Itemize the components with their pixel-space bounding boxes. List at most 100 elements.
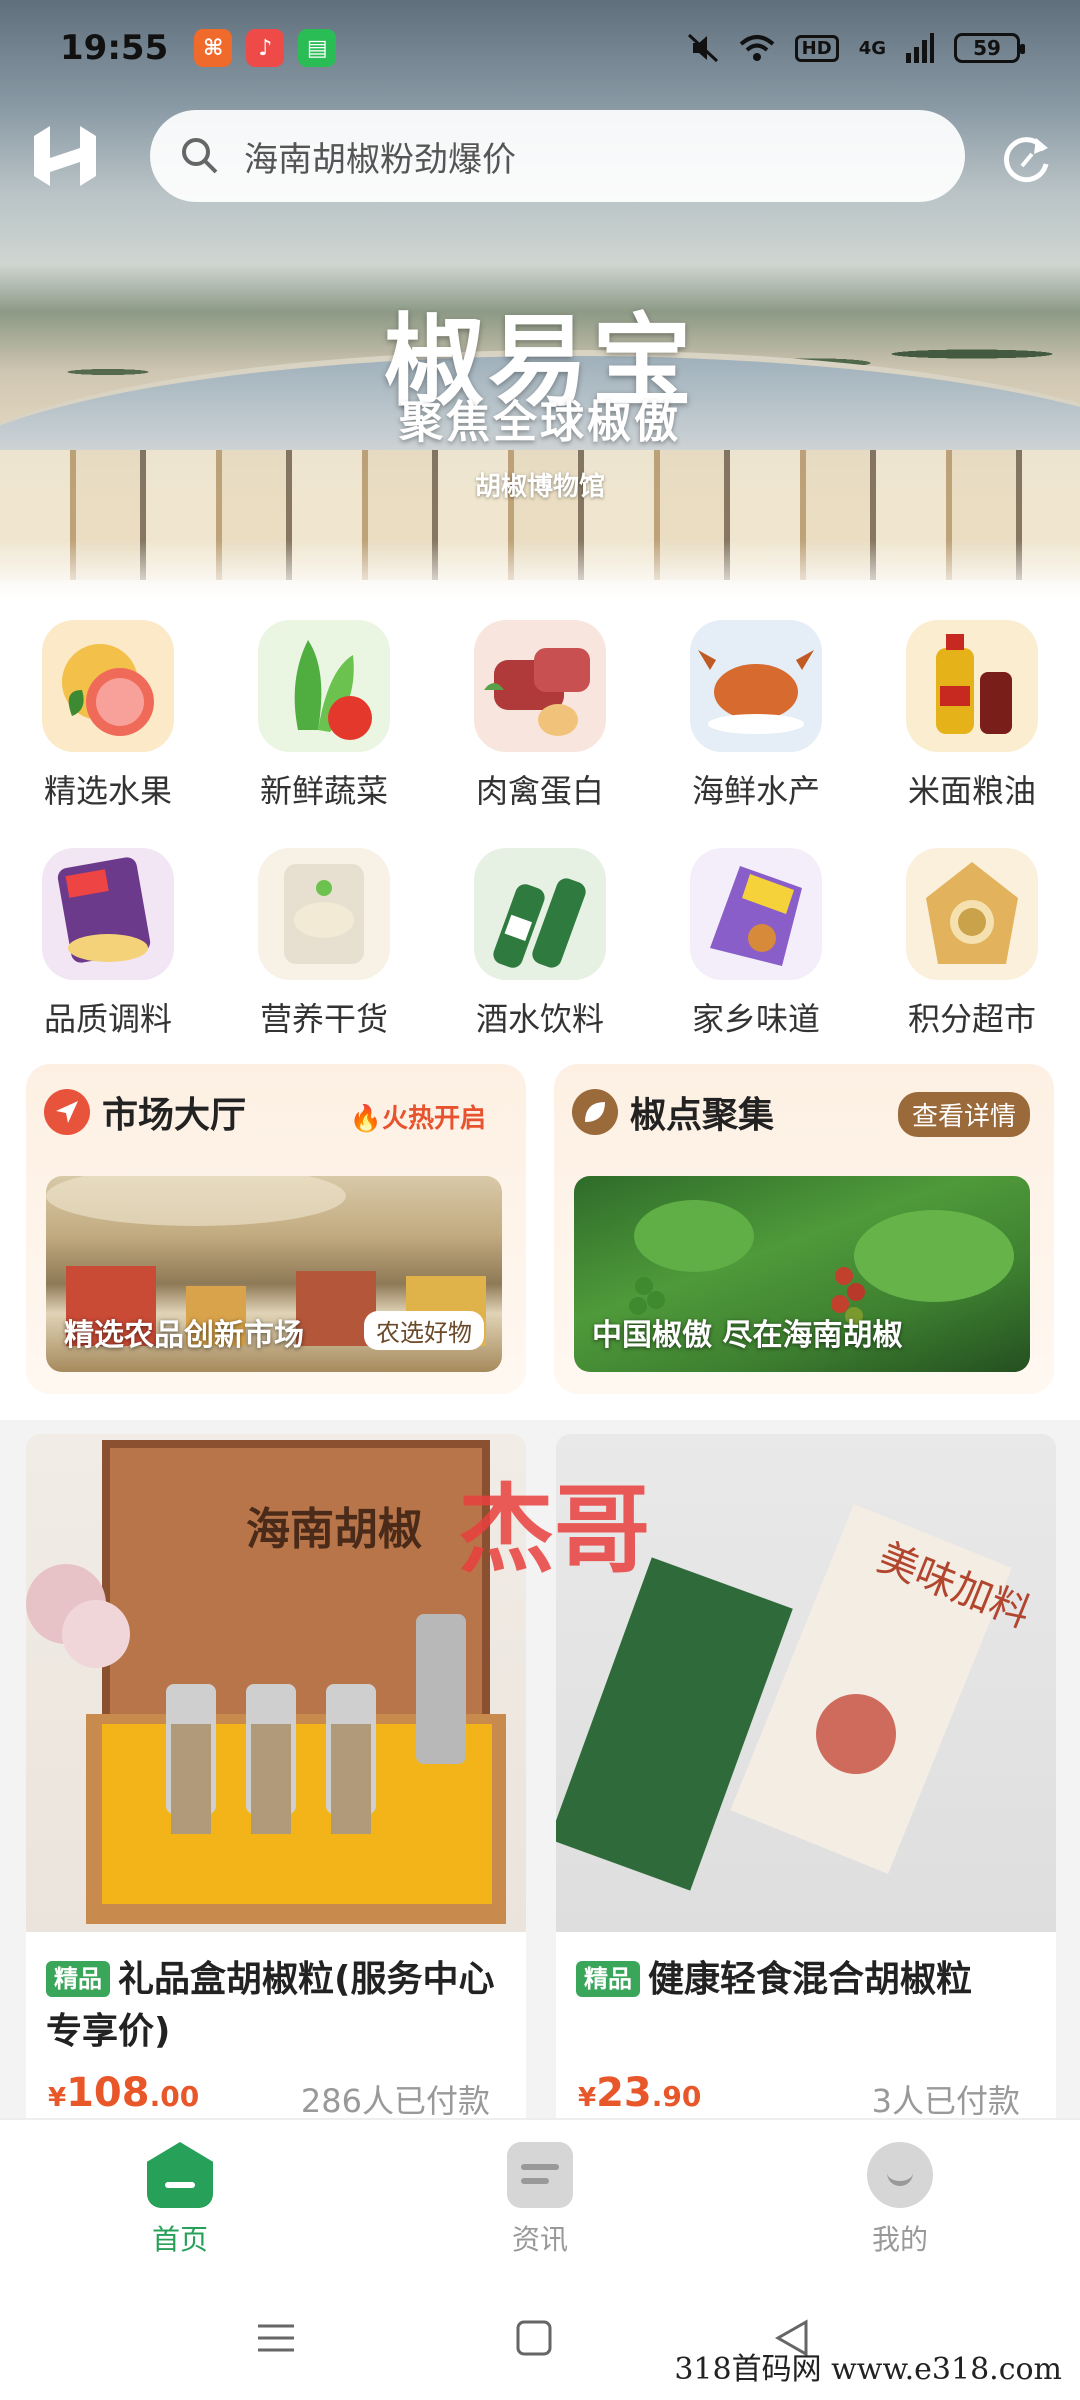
brand-subtitle: 聚焦全球椒傲	[399, 397, 681, 448]
price-decimal: .00	[149, 2080, 200, 2113]
product-price: ¥23.90	[578, 2070, 701, 2116]
hot-tag-label: 火热开启	[381, 1104, 486, 1134]
category-meat[interactable]: 肉禽蛋白	[440, 620, 640, 812]
product-title-text: 健康轻食混合胡椒粒	[648, 1959, 973, 2000]
app-notification-icon: ⌘	[194, 29, 233, 67]
refresh-icon[interactable]	[998, 130, 1054, 186]
seasoning-icon	[42, 848, 174, 980]
market-hall-caption: 精选农品创新市场	[64, 1318, 304, 1353]
seafood-icon	[690, 620, 822, 752]
category-dried-goods[interactable]: 营养干货	[224, 848, 424, 1040]
fruit-icon	[42, 620, 174, 752]
category-label: 海鲜水产	[691, 772, 820, 810]
news-icon	[507, 2142, 573, 2208]
category-hometown-food[interactable]: 家乡味道	[656, 848, 856, 1040]
tab-label: 资讯	[511, 2223, 568, 2256]
home-icon	[147, 2142, 213, 2208]
svg-text:海南胡椒: 海南胡椒	[246, 1504, 422, 1555]
feature-section: 市场大厅 🔥火热开启 精选农品创新市场 农选好物 椒点聚集 查看详情 中国椒傲 …	[0, 1040, 1080, 1420]
mute-icon	[687, 33, 718, 63]
category-label: 米面粮油	[907, 772, 1036, 810]
tab-home[interactable]: 首页	[100, 2142, 260, 2258]
price-currency: ¥	[48, 2083, 67, 2113]
premium-badge: 精品	[576, 1961, 640, 1997]
category-seafood[interactable]: 海鲜水产	[656, 620, 856, 812]
tab-label: 首页	[151, 2223, 208, 2256]
price-integer: 23	[596, 2070, 652, 2116]
pepper-gathering-card[interactable]: 椒点聚集 查看详情 中国椒傲 尽在海南胡椒	[554, 1064, 1054, 1394]
home-button-icon[interactable]	[514, 2318, 554, 2358]
profile-icon	[867, 2142, 933, 2208]
tab-news[interactable]: 资讯	[460, 2142, 620, 2258]
meat-icon	[474, 620, 606, 752]
status-right: HD 4G 59	[687, 33, 1025, 63]
music-notification-icon: ♪	[246, 29, 285, 67]
system-navigation-bar: 318首码网 www.e318.com	[0, 2280, 1080, 2400]
navigation-icon	[44, 1089, 90, 1135]
premium-badge: 精品	[46, 1961, 110, 1997]
tab-label: 我的	[871, 2223, 928, 2256]
category-label: 新鲜蔬菜	[259, 772, 388, 810]
pepper-caption: 中国椒傲 尽在海南胡椒	[592, 1318, 903, 1353]
hd-icon: HD	[794, 34, 839, 62]
product-title-text: 礼品盒胡椒粒(服务中心专享价)	[46, 1959, 495, 2052]
category-label: 酒水饮料	[475, 1000, 604, 1038]
product-price: ¥108.00	[48, 2070, 199, 2116]
market-hall-button[interactable]: 农选好物	[364, 1311, 484, 1350]
market-hall-photo: 精选农品创新市场 农选好物	[46, 1176, 502, 1372]
vegetable-icon	[258, 620, 390, 752]
search-placeholder: 海南胡椒粉劲爆价	[244, 139, 516, 180]
status-time: 19:55	[60, 28, 169, 68]
view-details-button[interactable]: 查看详情	[897, 1092, 1030, 1137]
hero-fade	[0, 540, 1080, 600]
product-title: 精品 健康轻食混合胡椒粒	[576, 1954, 1046, 2006]
fire-icon: 🔥	[349, 1104, 382, 1134]
app-logo-icon[interactable]	[30, 118, 100, 194]
search-icon	[182, 138, 218, 174]
grain-oil-icon	[906, 620, 1038, 752]
price-integer: 108	[66, 2070, 150, 2116]
site-watermark: 318首码网 www.e318.com	[674, 2352, 1062, 2387]
pepper-plant-photo: 中国椒傲 尽在海南胡椒	[574, 1176, 1030, 1372]
category-drinks[interactable]: 酒水饮料	[440, 848, 640, 1040]
category-grain-oil[interactable]: 米面粮油	[872, 620, 1072, 812]
watermark-text: 杰哥	[458, 1474, 650, 1586]
product-card[interactable]: 海南胡椒 精品 礼品盒胡椒粒(服务中心专享价) ¥108.00 286人已付款	[26, 1434, 526, 2134]
message-notification-icon: ▤	[298, 29, 337, 67]
price-decimal: .90	[651, 2080, 702, 2113]
price-currency: ¥	[578, 2083, 597, 2113]
category-fruit[interactable]: 精选水果	[8, 620, 208, 812]
category-points-market[interactable]: 积分超市	[872, 848, 1072, 1040]
category-label: 家乡味道	[691, 1000, 820, 1038]
category-label: 积分超市	[907, 1000, 1036, 1038]
category-label: 营养干货	[259, 1000, 388, 1038]
sold-count: 286人已付款	[300, 2082, 490, 2120]
category-grid: 精选水果 新鲜蔬菜 肉禽蛋白 海鲜水产 米面粮油 品质调料 营养干货 酒水饮料 …	[0, 600, 1080, 1040]
hot-tag: 🔥火热开启	[350, 1098, 486, 1135]
search-bar[interactable]: 海南胡椒粉劲爆价	[150, 110, 965, 202]
battery-indicator: 59	[954, 33, 1025, 63]
category-label: 品质调料	[43, 1000, 172, 1038]
museum-sign: 胡椒博物馆	[474, 472, 605, 502]
wifi-icon	[739, 35, 774, 61]
points-market-icon	[906, 848, 1038, 980]
leaf-icon	[572, 1089, 618, 1135]
hometown-food-icon	[690, 848, 822, 980]
sold-count: 3人已付款	[871, 2082, 1020, 2120]
category-seasoning[interactable]: 品质调料	[8, 848, 208, 1040]
market-hall-title: 市场大厅	[102, 1095, 247, 1136]
product-title: 精品 礼品盒胡椒粒(服务中心专享价)	[46, 1954, 516, 2058]
product-image: 海南胡椒	[26, 1434, 526, 1932]
category-label: 精选水果	[43, 772, 172, 810]
market-hall-card[interactable]: 市场大厅 🔥火热开启 精选农品创新市场 农选好物	[26, 1064, 526, 1394]
dried-goods-icon	[258, 848, 390, 980]
menu-icon[interactable]	[256, 2318, 296, 2358]
drinks-icon	[474, 848, 606, 980]
category-vegetable[interactable]: 新鲜蔬菜	[224, 620, 424, 812]
pepper-gathering-title: 椒点聚集	[630, 1095, 775, 1136]
signal-icon	[906, 33, 934, 63]
market-hall-header: 市场大厅	[44, 1086, 246, 1138]
category-label: 肉禽蛋白	[475, 772, 604, 810]
bottom-tab-bar: 首页 资讯 我的	[0, 2118, 1080, 2280]
tab-profile[interactable]: 我的	[820, 2142, 980, 2258]
